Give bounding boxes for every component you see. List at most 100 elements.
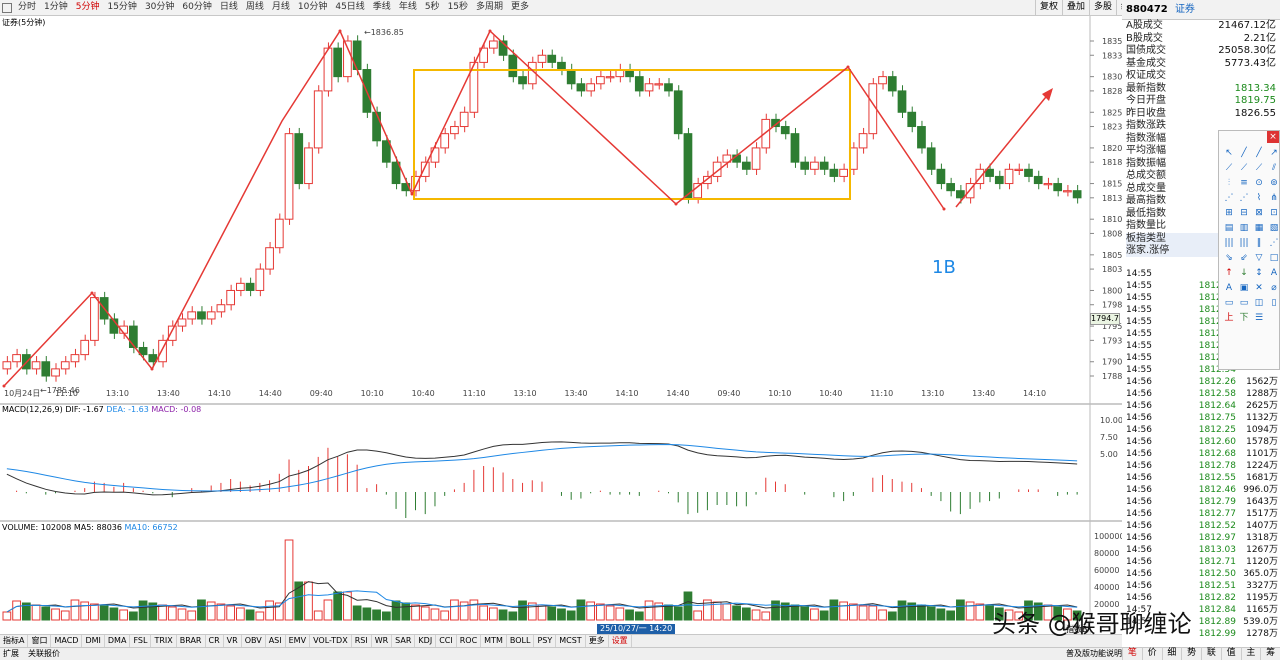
pointer-icon[interactable]: ↓ bbox=[1238, 267, 1250, 279]
expand-icon[interactable] bbox=[2, 2, 12, 13]
toolbar-button[interactable]: 多股 bbox=[1089, 0, 1117, 15]
pointer-icon[interactable]: ⊚ bbox=[1268, 177, 1280, 189]
toolbar-button[interactable]: 叠加 bbox=[1062, 0, 1090, 15]
indicator-tab[interactable]: 窗口 bbox=[28, 635, 52, 647]
indicator-tab[interactable]: BRAR bbox=[177, 635, 206, 647]
arrow-icon[interactable]: ↗ bbox=[1268, 147, 1280, 159]
period-tab[interactable]: 15秒 bbox=[444, 0, 472, 15]
up-arrow-icon[interactable]: ⊡ bbox=[1268, 207, 1280, 219]
ray-icon[interactable]: ||| bbox=[1223, 237, 1235, 249]
indicator-tab[interactable]: VR bbox=[224, 635, 242, 647]
period-tab[interactable]: 月线 bbox=[268, 0, 294, 15]
indicator-tab[interactable]: PSY bbox=[534, 635, 557, 647]
indicator-tab[interactable]: OBV bbox=[242, 635, 266, 647]
indicator-tab[interactable]: EMV bbox=[286, 635, 311, 647]
period-tab[interactable]: 60分钟 bbox=[178, 0, 215, 15]
indicator-tab[interactable]: RSI bbox=[352, 635, 372, 647]
up-arrow-icon[interactable]: ⫶ bbox=[1223, 177, 1235, 189]
status-expand[interactable]: 扩展 bbox=[3, 648, 19, 660]
period-tab[interactable]: 5秒 bbox=[421, 0, 444, 15]
period-tab[interactable]: 30分钟 bbox=[141, 0, 178, 15]
palette-close-icon[interactable]: × bbox=[1267, 131, 1279, 143]
indicator-tab[interactable]: TRIX bbox=[151, 635, 177, 647]
indicator-tab[interactable]: DMA bbox=[105, 635, 131, 647]
indicator-tab[interactable]: 设置 bbox=[609, 635, 632, 647]
down-arrow-icon[interactable]: ◫ bbox=[1253, 297, 1265, 309]
line-icon[interactable]: ╱ bbox=[1238, 147, 1250, 159]
text-icon[interactable]: ⫽ bbox=[1268, 162, 1280, 174]
channel-icon[interactable]: ‖ bbox=[1253, 237, 1265, 249]
period-tab[interactable]: 分时 bbox=[14, 0, 40, 15]
line-icon[interactable]: ↕ bbox=[1253, 267, 1265, 279]
arrow-icon[interactable]: ||| bbox=[1238, 237, 1250, 249]
status-help-link[interactable]: 普及版功能说明 bbox=[1066, 648, 1122, 660]
pointer-icon[interactable]: ↖ bbox=[1223, 147, 1235, 159]
up-arrow-icon[interactable]: ▭ bbox=[1238, 297, 1250, 309]
arrow-icon[interactable]: A bbox=[1223, 282, 1235, 294]
side-tab[interactable]: 联 bbox=[1201, 647, 1221, 660]
delete-icon[interactable]: ⊙ bbox=[1253, 177, 1265, 189]
indicator-tab[interactable]: 指标A bbox=[0, 635, 29, 647]
pointer-icon[interactable]: 上 bbox=[1223, 312, 1235, 324]
period-tab[interactable]: 周线 bbox=[242, 0, 268, 15]
circle-icon[interactable]: ⇘ bbox=[1223, 252, 1235, 264]
period-tab[interactable]: 10分钟 bbox=[294, 0, 331, 15]
period-tab[interactable]: 1分钟 bbox=[40, 0, 72, 15]
down-arrow-icon[interactable]: ▤ bbox=[1223, 222, 1235, 234]
toolbar-button[interactable]: 复权 bbox=[1035, 0, 1063, 15]
period-tab[interactable]: 45日线 bbox=[331, 0, 368, 15]
period-tab[interactable]: 年线 bbox=[395, 0, 421, 15]
fib-icon[interactable]: ⟋ bbox=[1238, 162, 1250, 174]
indicator-tab[interactable]: BOLL bbox=[507, 635, 535, 647]
indicator-tab[interactable]: KDJ bbox=[415, 635, 437, 647]
channel-icon[interactable]: ▣ bbox=[1238, 282, 1250, 294]
indicator-tab[interactable]: MACD bbox=[51, 635, 83, 647]
up-arrow-icon[interactable]: ▽ bbox=[1253, 252, 1265, 264]
period-tab[interactable]: 15分钟 bbox=[103, 0, 140, 15]
indicator-tab[interactable]: MTM bbox=[481, 635, 507, 647]
side-tab[interactable]: 主 bbox=[1240, 647, 1261, 660]
indicator-tab[interactable]: VOL-TDX bbox=[310, 635, 352, 647]
indicator-tab[interactable]: 更多 bbox=[586, 635, 609, 647]
delete-icon[interactable]: ▥ bbox=[1238, 222, 1250, 234]
ray-icon[interactable]: ⋰ bbox=[1238, 192, 1250, 204]
down-arrow-icon[interactable]: □ bbox=[1268, 252, 1280, 264]
circle-icon[interactable]: ⌀ bbox=[1268, 282, 1280, 294]
line-icon[interactable]: ⋰ bbox=[1223, 192, 1235, 204]
indicator-tab[interactable]: CR bbox=[206, 635, 224, 647]
text-icon[interactable]: ⇙ bbox=[1238, 252, 1250, 264]
channel-icon[interactable]: ⟋ bbox=[1223, 162, 1235, 174]
line-icon[interactable]: 下 bbox=[1238, 312, 1250, 324]
period-tab[interactable]: 日线 bbox=[216, 0, 242, 15]
side-tab[interactable]: 值 bbox=[1220, 647, 1241, 660]
text-icon[interactable]: ⊠ bbox=[1253, 207, 1265, 219]
period-tab[interactable]: 更多 bbox=[507, 0, 533, 15]
chart-area[interactable]: 1835 1833 1830 1828 1825 1823 1820 1818 1815 1813… bbox=[0, 16, 1122, 634]
delete-icon[interactable]: ▯ bbox=[1268, 297, 1280, 309]
indicator-tab[interactable]: ASI bbox=[266, 635, 286, 647]
circle-icon[interactable]: ⊟ bbox=[1238, 207, 1250, 219]
indicator-tab[interactable]: FSL bbox=[130, 635, 152, 647]
period-tab[interactable]: 5分钟 bbox=[72, 0, 104, 15]
indicator-tab[interactable]: SAR bbox=[392, 635, 416, 647]
indicator-tab[interactable]: CCI bbox=[436, 635, 457, 647]
security-name[interactable]: 证券 bbox=[1175, 4, 1195, 15]
side-tab[interactable]: 笔 bbox=[1122, 647, 1142, 660]
indicator-tab[interactable]: WR bbox=[372, 635, 393, 647]
fib-icon[interactable]: ✕ bbox=[1253, 282, 1265, 294]
text-icon[interactable]: ▭ bbox=[1223, 297, 1235, 309]
pointer-icon[interactable]: ▦ bbox=[1253, 222, 1265, 234]
ray-icon[interactable]: ╱ bbox=[1253, 147, 1265, 159]
channel-icon[interactable]: ⋔ bbox=[1268, 192, 1280, 204]
arrow-icon[interactable]: ⌇ bbox=[1253, 192, 1265, 204]
fib-icon[interactable]: ⊞ bbox=[1223, 207, 1235, 219]
period-tab[interactable]: 季线 bbox=[369, 0, 395, 15]
ray-icon[interactable]: ☰ bbox=[1253, 312, 1265, 324]
status-linked-quotes[interactable]: 关联报价 bbox=[28, 648, 60, 660]
indicator-tab[interactable]: DMI bbox=[82, 635, 105, 647]
ray-icon[interactable]: A bbox=[1268, 267, 1280, 279]
side-tab[interactable]: 价 bbox=[1141, 647, 1162, 660]
down-arrow-icon[interactable]: ≡ bbox=[1238, 177, 1250, 189]
side-tab[interactable]: 筹 bbox=[1260, 647, 1280, 660]
line-icon[interactable]: ▧ bbox=[1268, 222, 1280, 234]
